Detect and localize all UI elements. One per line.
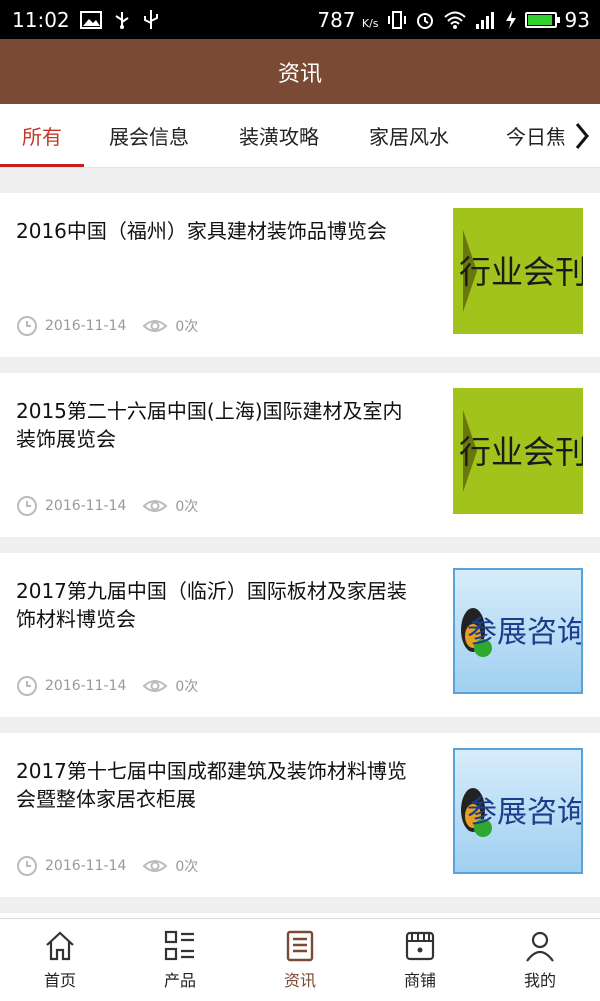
tab-label: 装潢攻略 — [239, 125, 319, 149]
clock-icon — [17, 496, 37, 516]
usb-icon — [142, 9, 160, 31]
tab-label: 展会信息 — [109, 125, 189, 149]
tab-label: 今日焦 — [506, 125, 566, 149]
clock-icon — [17, 856, 37, 876]
grid-list-icon — [164, 930, 194, 961]
nav-products[interactable]: 产品 — [120, 919, 240, 1001]
article-date: 2016-11-14 — [45, 318, 127, 334]
article-meta: 2016-11-14 0次 — [16, 673, 198, 699]
article-title: 2016中国（福州）家具建材装饰品博览会 — [16, 219, 387, 243]
article-meta: 2016-11-14 0次 — [16, 313, 198, 339]
bottom-navigation: 首页 产品 资讯 商铺 我的 — [0, 918, 600, 1001]
nav-home[interactable]: 首页 — [0, 919, 120, 1001]
nav-mine[interactable]: 我的 — [480, 919, 600, 1001]
battery-icon — [524, 11, 560, 28]
tab-label: 家居风水 — [369, 125, 449, 149]
tab-all[interactable]: 所有 — [0, 104, 84, 167]
wifi-icon — [443, 10, 467, 30]
page-header: 资讯 — [0, 39, 600, 104]
category-tabs: 所有 展会信息 装潢攻略 家居风水 今日焦 — [0, 104, 600, 168]
alarm-icon — [415, 10, 435, 30]
nav-label: 首页 — [43, 971, 76, 990]
article-thumbnail: 行业会刊 — [453, 208, 587, 334]
list-item[interactable]: 2016中国（福州）家具建材装饰品博览会 2016-11-14 0次 行业会刊 — [0, 193, 600, 357]
status-bar: 11:02 787 K/s 93 — [0, 0, 600, 39]
eye-icon — [142, 680, 168, 692]
article-views: 0次 — [175, 319, 199, 335]
network-speed: 787 K/s — [317, 7, 379, 32]
charging-icon — [505, 10, 517, 30]
tab-decoration-guide[interactable]: 装潢攻略 — [214, 104, 344, 167]
eye-icon — [142, 500, 168, 512]
thumbnail-text: 参展咨询 — [467, 615, 581, 650]
article-views: 0次 — [175, 499, 199, 515]
article-date: 2016-11-14 — [45, 498, 127, 514]
article-views: 0次 — [175, 679, 199, 695]
nav-label: 我的 — [523, 971, 556, 990]
article-date: 2016-11-14 — [45, 678, 127, 694]
list-item[interactable]: 2017第九届中国（临沂）国际板材及家居装饰材料博览会 2016-11-14 0… — [0, 553, 600, 717]
status-time: 11:02 — [12, 7, 70, 32]
thumbnail-text: 行业会刊 — [459, 433, 583, 471]
tab-home-fengshui[interactable]: 家居风水 — [344, 104, 474, 167]
tab-label: 所有 — [22, 125, 62, 149]
article-title: 2015第二十六届中国(上海)国际建材及室内装饰展览会 — [16, 399, 403, 451]
page-title: 资讯 — [277, 61, 322, 87]
home-icon — [46, 931, 74, 961]
user-icon — [526, 931, 554, 962]
list-item[interactable]: 2017第十七届中国成都建筑及装饰材料博览会暨整体家居衣柜展 2016-11-1… — [0, 733, 600, 897]
article-thumbnail: 参展咨询 — [453, 748, 587, 874]
nav-label: 商铺 — [403, 971, 436, 990]
article-meta: 2016-11-14 0次 — [16, 493, 198, 519]
article-thumbnail: 行业会刊 — [453, 388, 587, 514]
battery-percent: 93 — [564, 7, 590, 32]
list-item[interactable]: 2015第二十六届中国(上海)国际建材及室内装饰展览会 2016-11-14 0… — [0, 373, 600, 537]
nav-label: 产品 — [163, 971, 196, 990]
article-views: 0次 — [175, 859, 199, 875]
article-title: 2017第十七届中国成都建筑及装饰材料博览会暨整体家居衣柜展 — [16, 759, 407, 811]
thumbnail-text: 行业会刊 — [459, 253, 583, 291]
store-icon — [405, 931, 435, 961]
usb-icon — [112, 10, 132, 30]
vibrate-icon — [387, 10, 407, 30]
article-thumbnail: 参展咨询 — [453, 568, 587, 694]
tab-exhibition-info[interactable]: 展会信息 — [84, 104, 214, 167]
article-date: 2016-11-14 — [45, 858, 127, 874]
image-icon — [79, 10, 102, 29]
chevron-right-icon — [575, 123, 589, 149]
news-icon — [286, 930, 314, 962]
eye-icon — [142, 320, 168, 332]
article-title: 2017第九届中国（临沂）国际板材及家居装饰材料博览会 — [16, 579, 407, 631]
nav-stores[interactable]: 商铺 — [360, 919, 480, 1001]
tabs-scroll-right-button[interactable] — [564, 104, 600, 167]
nav-news[interactable]: 资讯 — [240, 919, 360, 1001]
article-meta: 2016-11-14 0次 — [16, 853, 198, 879]
signal-icon — [475, 10, 497, 30]
clock-icon — [17, 676, 37, 696]
eye-icon — [142, 860, 168, 872]
nav-label: 资讯 — [283, 971, 316, 990]
clock-icon — [17, 316, 37, 336]
thumbnail-text: 参展咨询 — [467, 795, 581, 830]
